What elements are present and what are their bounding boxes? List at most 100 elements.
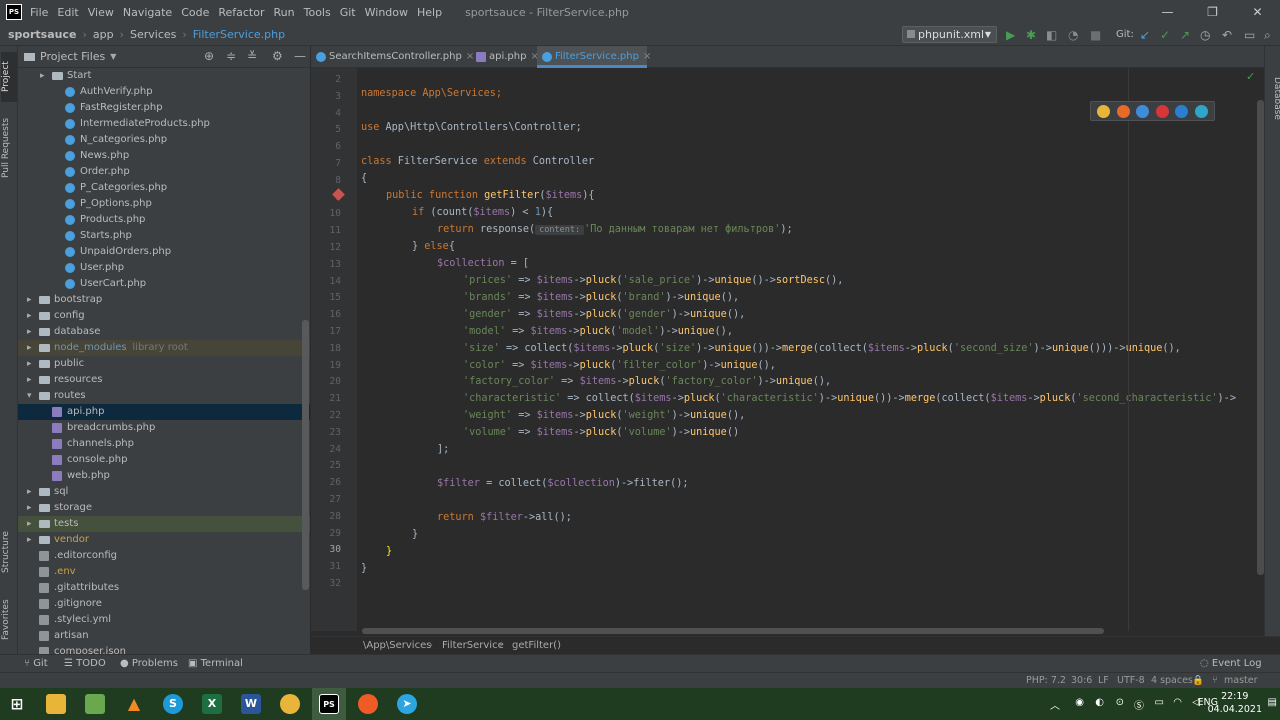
ie-icon[interactable] (1175, 104, 1189, 118)
chevron-right-icon[interactable]: ▸ (27, 484, 32, 500)
caret-position[interactable]: 30:6 (1071, 673, 1092, 688)
chevron-down-icon[interactable]: ▾ (27, 388, 32, 404)
taskbar-word[interactable]: W (234, 688, 268, 720)
debug-icon[interactable]: ✱ (1026, 27, 1036, 43)
search-icon[interactable]: ⌕ (1264, 27, 1271, 43)
project-view-select[interactable]: Project Files (40, 50, 105, 63)
hide-panel-icon[interactable]: — (294, 49, 306, 63)
indent-setting[interactable]: 4 spaces (1151, 673, 1193, 688)
lock-icon[interactable]: 🔒 (1192, 673, 1204, 688)
taskbar-app[interactable] (78, 688, 112, 720)
tree-file[interactable]: artisan (18, 628, 310, 644)
tree-file[interactable]: News.php (18, 148, 310, 164)
code-editor[interactable]: namespace App\Services; use App\Http\Con… (357, 68, 1257, 631)
tray-app-icon[interactable]: ⊙ (1116, 697, 1124, 708)
tree-file[interactable]: api.php (18, 404, 310, 420)
tray-app-icon[interactable]: Ⓢ (1134, 697, 1144, 712)
taskbar-chrome[interactable] (273, 688, 307, 720)
notifications-icon[interactable]: ▤ (1268, 697, 1277, 708)
taskbar-vlc[interactable]: ▲ (117, 688, 151, 720)
tree-file[interactable]: Order.php (18, 164, 310, 180)
tree-folder[interactable]: ▸ Start (18, 68, 310, 84)
run-icon[interactable]: ▶ (1006, 27, 1015, 43)
chevron-right-icon[interactable]: ▸ (27, 500, 32, 516)
chevron-right-icon[interactable]: ▸ (40, 68, 45, 84)
git-update-icon[interactable]: ↙ (1140, 27, 1150, 43)
rollback-icon[interactable]: ↶ (1222, 27, 1232, 43)
tree-file[interactable]: P_Options.php (18, 196, 310, 212)
tree-file[interactable]: .gitignore (18, 596, 310, 612)
tree-folder[interactable]: ▸ config (18, 308, 310, 324)
tab-structure[interactable]: Structure (1, 526, 17, 578)
breadcrumb-class[interactable]: FilterService (442, 637, 504, 655)
breadcrumb-app[interactable]: app (93, 28, 114, 41)
git-branch[interactable]: master (1224, 673, 1258, 688)
tree-file[interactable]: P_Categories.php (18, 180, 310, 196)
tree-folder[interactable]: ▸ vendor (18, 532, 310, 548)
taskbar-skype[interactable]: S (156, 688, 190, 720)
collapse-all-icon[interactable]: ≚ (247, 49, 257, 63)
tab-filter-service[interactable]: FilterService.php × (537, 46, 651, 68)
menu-edit[interactable]: Edit (57, 6, 78, 19)
editor-horizontal-scrollbar[interactable] (362, 628, 1104, 634)
tree-file[interactable]: .styleci.yml (18, 612, 310, 628)
tree-file[interactable]: User.php (18, 260, 310, 276)
history-icon[interactable]: ◷ (1200, 27, 1210, 43)
menu-window[interactable]: Window (365, 6, 408, 19)
firefox-icon[interactable] (1116, 104, 1130, 118)
tree-file[interactable]: channels.php (18, 436, 310, 452)
tree-file[interactable]: .editorconfig (18, 548, 310, 564)
tray-app-icon[interactable]: ◉ (1075, 697, 1084, 708)
tree-file[interactable]: composer.json (18, 644, 310, 654)
tree-file[interactable]: breadcrumbs.php (18, 420, 310, 436)
tree-file[interactable]: AuthVerify.php (18, 84, 310, 100)
tree-folder[interactable]: ▸ node_modules library root (18, 340, 310, 356)
tree-file[interactable]: Starts.php (18, 228, 310, 244)
tab-project[interactable]: Project (1, 52, 17, 102)
menu-tools[interactable]: Tools (304, 6, 331, 19)
maximize-button[interactable]: ❐ (1190, 0, 1235, 24)
close-window-button[interactable]: ✕ (1235, 0, 1280, 24)
close-tab-icon[interactable]: × (643, 51, 651, 62)
chevron-right-icon[interactable]: ▸ (27, 532, 32, 548)
menu-help[interactable]: Help (417, 6, 442, 19)
menu-code[interactable]: Code (181, 6, 209, 19)
tree-file[interactable]: Products.php (18, 212, 310, 228)
gear-icon[interactable]: ⚙ (272, 49, 283, 63)
tree-file[interactable]: FastRegister.php (18, 100, 310, 116)
clock[interactable]: 22:19 04.04.2021 (1208, 690, 1262, 716)
layout-icon[interactable]: ▭ (1244, 27, 1255, 43)
chevron-right-icon[interactable]: ▸ (27, 308, 32, 324)
profile-icon[interactable]: ◔ (1068, 27, 1078, 43)
event-log-button[interactable]: ◌ Event Log (1200, 655, 1262, 673)
chevron-right-icon[interactable]: ▸ (27, 292, 32, 308)
git-commit-icon[interactable]: ✓ (1160, 27, 1170, 43)
tree-folder[interactable]: ▸ sql (18, 484, 310, 500)
start-button[interactable]: ⊞ (0, 688, 34, 720)
taskbar-postman[interactable] (351, 688, 385, 720)
menu-refactor[interactable]: Refactor (218, 6, 264, 19)
tab-pull-requests[interactable]: Pull Requests (1, 112, 17, 184)
locate-file-icon[interactable]: ⊕ (204, 49, 214, 63)
terminal-tool-button[interactable]: ▣ Terminal (188, 655, 243, 673)
tree-folder[interactable]: ▸ storage (18, 500, 310, 516)
tree-file[interactable]: N_categories.php (18, 132, 310, 148)
tree-folder[interactable]: ▸ tests (18, 516, 310, 532)
stop-icon[interactable]: ■ (1090, 27, 1101, 43)
breadcrumb-project[interactable]: sportsauce (8, 28, 76, 41)
coverage-icon[interactable]: ◧ (1046, 27, 1057, 43)
editor-vertical-scrollbar[interactable] (1257, 100, 1264, 575)
chevron-right-icon[interactable]: ▸ (27, 324, 32, 340)
tree-file[interactable]: IntermediateProducts.php (18, 116, 310, 132)
tab-favorites[interactable]: Favorites (1, 594, 17, 646)
run-configuration-select[interactable]: phpunit.xml ▼ (902, 26, 997, 43)
tree-folder[interactable]: ▸ database (18, 324, 310, 340)
problems-tool-button[interactable]: ● Problems (120, 655, 178, 673)
chevron-right-icon[interactable]: ▸ (27, 516, 32, 532)
tree-folder[interactable]: ▸ resources (18, 372, 310, 388)
tab-search-items-controller[interactable]: SearchItemsController.php × (311, 46, 474, 68)
tree-file[interactable]: .env (18, 564, 310, 580)
tree-file[interactable]: console.php (18, 452, 310, 468)
taskbar-explorer[interactable] (39, 688, 73, 720)
chrome-icon[interactable] (1097, 104, 1111, 118)
